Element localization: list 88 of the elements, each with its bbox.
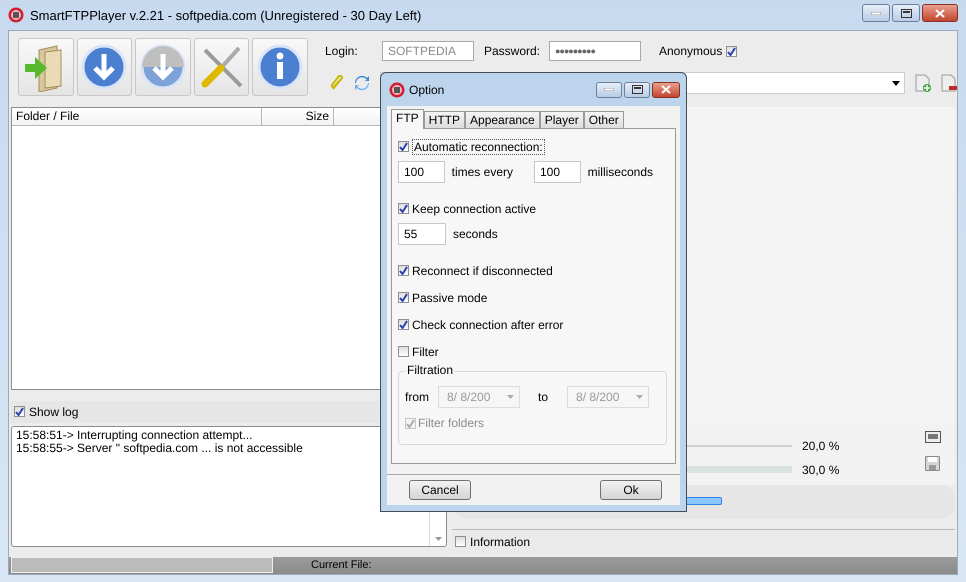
number-field[interactable]: 55	[398, 223, 446, 245]
option-label: Show log	[29, 404, 78, 419]
option-label: Check connection after error	[412, 318, 564, 332]
app-icon	[389, 82, 405, 98]
app-icon	[8, 7, 24, 23]
log-line: 15:58:55-> Server " softpedia.com ... is not accessible	[16, 442, 304, 455]
download-icon	[138, 42, 188, 92]
option-label: Passive mode	[412, 290, 488, 304]
minimize-icon	[604, 88, 614, 91]
refresh-icon[interactable]	[354, 75, 370, 91]
option-label: Reconnect if disconnected	[412, 264, 553, 278]
option-label: Filter	[412, 344, 439, 358]
check-icon	[399, 293, 408, 302]
paperclip-icon[interactable]	[330, 75, 344, 91]
field-label: to	[538, 390, 548, 404]
checkbox[interactable]	[398, 265, 409, 276]
field-label: Password:	[484, 44, 541, 58]
minimize-button[interactable]	[596, 82, 622, 98]
password-field[interactable]: ●●●●●●●●●	[548, 41, 641, 61]
save-icon[interactable]	[925, 456, 940, 471]
login-field[interactable]: SOFTPEDIA	[382, 41, 474, 61]
toolbar-button[interactable]	[252, 38, 308, 96]
checkbox[interactable]	[455, 536, 466, 548]
download-icon	[79, 42, 130, 92]
maximize-button[interactable]	[892, 4, 920, 22]
checkbox[interactable]	[398, 346, 409, 357]
checkbox[interactable]	[398, 292, 409, 303]
progress-reading: 30,0 %	[802, 462, 840, 477]
option-label: Information	[470, 534, 530, 549]
unit-label: milliseconds	[588, 165, 653, 179]
tab[interactable]: Player	[540, 111, 584, 128]
number-field[interactable]: 100	[398, 161, 445, 183]
toolbar-button[interactable]	[135, 38, 191, 96]
checkbox[interactable]	[398, 141, 409, 152]
toolbar-button[interactable]	[18, 38, 74, 96]
check-icon	[727, 46, 736, 56]
option-label: Keep connection active	[412, 202, 536, 216]
tab[interactable]: HTTP	[424, 111, 466, 128]
minimize-icon	[871, 12, 881, 14]
unit-label: times every	[452, 165, 513, 179]
column-header[interactable]: Folder / File	[12, 108, 262, 125]
checkbox[interactable]	[14, 406, 25, 418]
log-line: 15:58:51-> Interrupting connection attempt...	[16, 428, 254, 442]
toolbar-button[interactable]	[76, 38, 132, 96]
close-button[interactable]	[922, 4, 958, 22]
dialog-button[interactable]: Cancel	[409, 480, 471, 500]
window-title: SmartFTPPlayer v.2.21 - softpedia.com (Unregistered - 30 Day Left)	[30, 8, 422, 22]
check-icon	[399, 204, 408, 213]
field-label: Login:	[324, 44, 359, 58]
minimize-button[interactable]	[862, 4, 890, 22]
group-title: Filtration	[405, 363, 456, 377]
caret-icon	[892, 80, 900, 86]
option-label: Anonymous	[658, 44, 722, 58]
progress-reading: 20,0 %	[802, 438, 840, 453]
checkbox[interactable]	[726, 46, 738, 56]
screen-icon[interactable]	[925, 430, 941, 443]
dialog-title: Option	[409, 82, 446, 96]
scroll-down-icon[interactable]	[434, 536, 442, 541]
maximize-button[interactable]	[624, 82, 650, 98]
checkbox[interactable]	[398, 319, 409, 330]
maximize-icon	[900, 8, 912, 18]
column-header[interactable]: Size	[262, 108, 334, 125]
unit-label: seconds	[453, 227, 498, 241]
status-label: Current File:	[311, 559, 372, 572]
check-icon	[406, 418, 415, 428]
check-icon	[399, 266, 408, 275]
check-icon	[399, 142, 408, 151]
add-file-icon[interactable]	[914, 74, 931, 92]
info-icon	[255, 42, 306, 92]
check-icon	[399, 320, 408, 329]
caret-icon	[636, 395, 644, 399]
field-label: from	[405, 390, 430, 404]
tab[interactable]: Other	[584, 111, 624, 128]
tab[interactable]: FTP	[391, 109, 424, 129]
close-icon	[661, 85, 671, 94]
close-icon	[935, 8, 945, 18]
maximize-icon	[632, 85, 642, 94]
caret-icon	[507, 395, 514, 399]
option-label: Filter folders	[418, 416, 484, 430]
dialog-button[interactable]: Ok	[600, 480, 662, 500]
remove-file-icon[interactable]	[940, 74, 957, 92]
close-button[interactable]	[652, 82, 680, 98]
option-label: Automatic reconnection:	[412, 138, 545, 154]
tab[interactable]: Appearance	[465, 111, 540, 128]
toolbar-button[interactable]	[194, 38, 250, 96]
number-field[interactable]: 100	[534, 161, 581, 183]
checkbox[interactable]	[398, 203, 409, 214]
check-icon	[15, 407, 24, 416]
